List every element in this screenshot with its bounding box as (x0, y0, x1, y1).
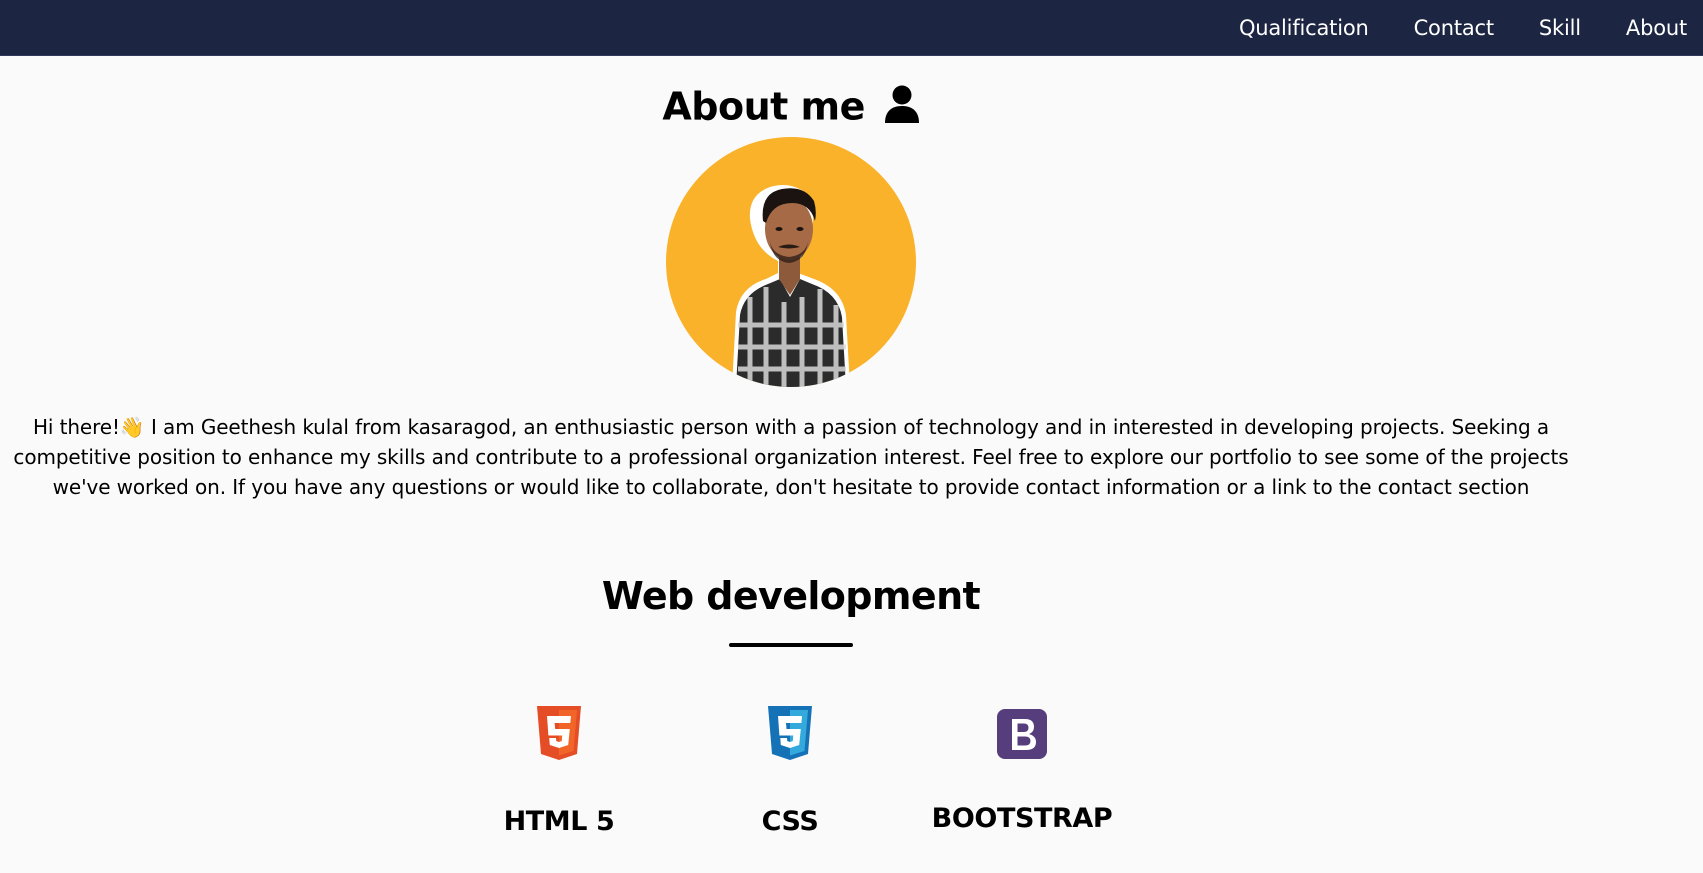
about-heading: About me (0, 82, 1582, 129)
html5-icon (537, 706, 581, 760)
nav-link-qualification[interactable]: Qualification (1239, 16, 1369, 40)
bootstrap-icon (997, 709, 1047, 759)
skill-bootstrap: BOOTSTRAP (902, 706, 1142, 834)
nav-link-contact[interactable]: Contact (1414, 16, 1495, 40)
skill-css: CSS (670, 706, 910, 837)
nav-menu: Qualification Contact Skill About (1194, 0, 1687, 56)
web-development-heading: Web development (601, 574, 981, 618)
about-description: Hi there!👋 I am Geethesh kulal from kasa… (13, 415, 1569, 499)
navbar: Qualification Contact Skill About (0, 0, 1703, 56)
profile-portrait (732, 185, 850, 387)
about-title: About me (662, 84, 865, 129)
user-icon (884, 85, 919, 123)
skill-html5: HTML 5 (439, 706, 679, 837)
skill-label-css: CSS (761, 806, 819, 837)
nav-link-about[interactable]: About (1626, 16, 1687, 40)
profile-photo (666, 137, 916, 387)
heading-underline (729, 643, 853, 647)
nav-link-skill[interactable]: Skill (1539, 16, 1581, 40)
css3-icon (768, 706, 812, 760)
skill-label-bootstrap: BOOTSTRAP (931, 803, 1113, 834)
skill-label-html5: HTML 5 (503, 806, 615, 837)
